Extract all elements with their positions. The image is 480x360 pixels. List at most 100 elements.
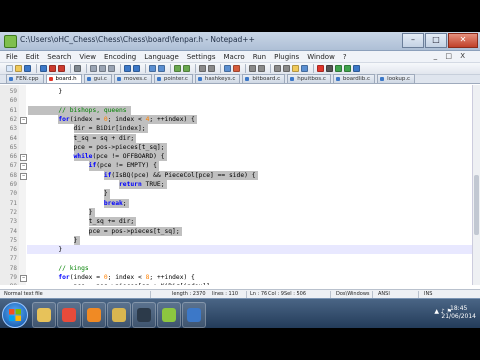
tab-fen-cpp[interactable]: FEN.cpp [6,74,44,83]
code-line[interactable]: 69 return TRUE; [0,180,472,190]
zoom-in-icon[interactable] [174,65,181,72]
tab-bitboard-c[interactable]: bitboard.c [242,74,286,83]
menu-file[interactable]: File [6,53,18,61]
code-line[interactable]: 74 pce = pos->pieces[t_sq]; [0,226,472,236]
tab-hpuitbos-c[interactable]: hpuitbos.c [287,74,331,83]
taskbar-media-player-button[interactable] [82,302,106,328]
function-list-icon[interactable] [283,65,290,72]
new-icon[interactable] [6,65,13,72]
cut-icon[interactable] [90,65,97,72]
tab-boardlib-c[interactable]: boardlib.c [332,74,376,83]
code-line[interactable]: 63 dir = BiDir[index]; [0,124,472,134]
sync-h-icon[interactable] [208,65,215,72]
tab-board-h[interactable]: board.h [45,74,82,83]
code-line[interactable]: 77 [0,254,472,263]
menu-edit[interactable]: Edit [26,53,40,61]
save-macro-icon[interactable] [353,65,360,72]
code-editor[interactable]: 59 } 60 61 // bishops, queens 62− for(index… [0,85,472,285]
clock[interactable]: 18:45 21/06/2014 [441,305,476,321]
menu-plugins[interactable]: Plugins [274,53,299,61]
save-icon[interactable] [24,65,31,72]
code-line[interactable]: 67− if(pce != EMPTY) { [0,161,472,171]
copy-icon[interactable] [99,65,106,72]
code-line[interactable]: 71 break; [0,198,472,208]
menu-macro[interactable]: Macro [224,53,245,61]
menu-settings[interactable]: Settings [187,53,216,61]
fold-toggle-icon[interactable]: − [20,172,27,180]
undo-icon[interactable] [124,65,131,72]
code-text: // kings [58,264,89,272]
close-icon[interactable] [49,65,56,72]
code-line[interactable]: 60 [0,96,472,105]
replace-icon[interactable] [158,65,165,72]
close-all-icon[interactable] [58,65,65,72]
play-icon[interactable] [335,65,342,72]
save-all-icon[interactable] [40,65,47,72]
paste-icon[interactable] [108,65,115,72]
start-button[interactable] [2,302,28,328]
scrollbar-thumb[interactable] [474,175,479,235]
monitor-icon[interactable] [301,65,308,72]
fold-toggle-icon[interactable]: − [20,154,27,162]
code-line[interactable]: 68− if(IsBQ(pce) && PieceCol[pce] == sid… [0,170,472,180]
open-icon[interactable] [15,65,22,72]
tab-hashkeys-c[interactable]: hashkeys.c [194,74,241,83]
menu-window[interactable]: Window [307,53,335,61]
find-icon[interactable] [149,65,156,72]
lang-icon[interactable] [258,65,265,72]
menu-search[interactable]: Search [47,53,71,61]
record-icon[interactable] [317,65,324,72]
code-line[interactable]: 78 // kings [0,264,472,273]
taskbar-chrome-button[interactable] [57,302,81,328]
tab-pointer-c[interactable]: pointer.c [153,74,193,83]
fold-toggle-icon[interactable]: − [20,116,27,124]
indent-guide-icon[interactable] [249,65,256,72]
menu-encoding[interactable]: Encoding [104,53,136,61]
doc-map-icon[interactable] [274,65,281,72]
all-chars-icon[interactable] [233,65,240,72]
play-multi-icon[interactable] [344,65,351,72]
sync-v-icon[interactable] [199,65,206,72]
redo-icon[interactable] [133,65,140,72]
menu-view[interactable]: View [79,53,96,61]
code-line[interactable]: 65 pce = pos->pieces[t_sq]; [0,142,472,153]
menu-language[interactable]: Language [144,53,179,61]
zoom-out-icon[interactable] [183,65,190,72]
code-line[interactable]: 79− for(index = 0; index < 8; ++index) { [0,273,472,282]
taskbar-notepad-plus-plus-button[interactable] [157,302,181,328]
folder-icon[interactable] [292,65,299,72]
stop-icon[interactable] [326,65,333,72]
code-line[interactable]: 73 t_sq += dir; [0,217,472,227]
code-line[interactable]: 66− while(pce != OFFBOARD) { [0,152,472,162]
taskbar-explorer-button[interactable] [32,302,56,328]
code-line[interactable]: 80 pce = pos->pieces[sq + KiDir[index]]; [0,282,472,285]
code-line[interactable]: 62− for(index = 0; index < 4; ++index) { [0,114,472,125]
document-window-controls[interactable]: _ □ X [434,52,468,60]
taskbar-terminal-button[interactable] [132,302,156,328]
title-bar[interactable]: C:\Users\oHC_Chess\Chess\Chess\board\fen… [0,32,480,51]
code-line[interactable]: 72 } [0,207,472,218]
taskbar-camtasia-button[interactable] [182,302,206,328]
code-line[interactable]: 76 } [0,245,472,255]
code-line[interactable]: 64 t_sq = sq + dir; [0,133,472,143]
taskbar-folder-button[interactable] [107,302,131,328]
code-text: } [28,246,63,254]
minimize-button[interactable]: – [402,33,424,48]
fold-toggle-icon[interactable]: − [20,163,27,171]
code-line[interactable]: 70 } [0,189,472,199]
vertical-scrollbar[interactable] [472,85,480,285]
fold-toggle-icon[interactable]: − [20,275,27,282]
tab-lookup-c[interactable]: lookup.c [377,74,416,83]
print-icon[interactable] [74,65,81,72]
close-button[interactable]: ✕ [448,33,478,48]
line-number: 80 [0,282,17,285]
wrap-icon[interactable] [224,65,231,72]
code-line[interactable]: 59 } [0,87,472,96]
tab-moves-c[interactable]: moves.c [113,74,152,83]
tab-gui-c[interactable]: gui.c [83,74,112,83]
code-line[interactable]: 61 // bishops, queens [0,105,472,115]
menu-help[interactable]: ? [343,53,347,61]
maximize-button[interactable]: □ [425,33,447,48]
menu-run[interactable]: Run [253,53,266,61]
code-line[interactable]: 75 } [0,235,472,246]
